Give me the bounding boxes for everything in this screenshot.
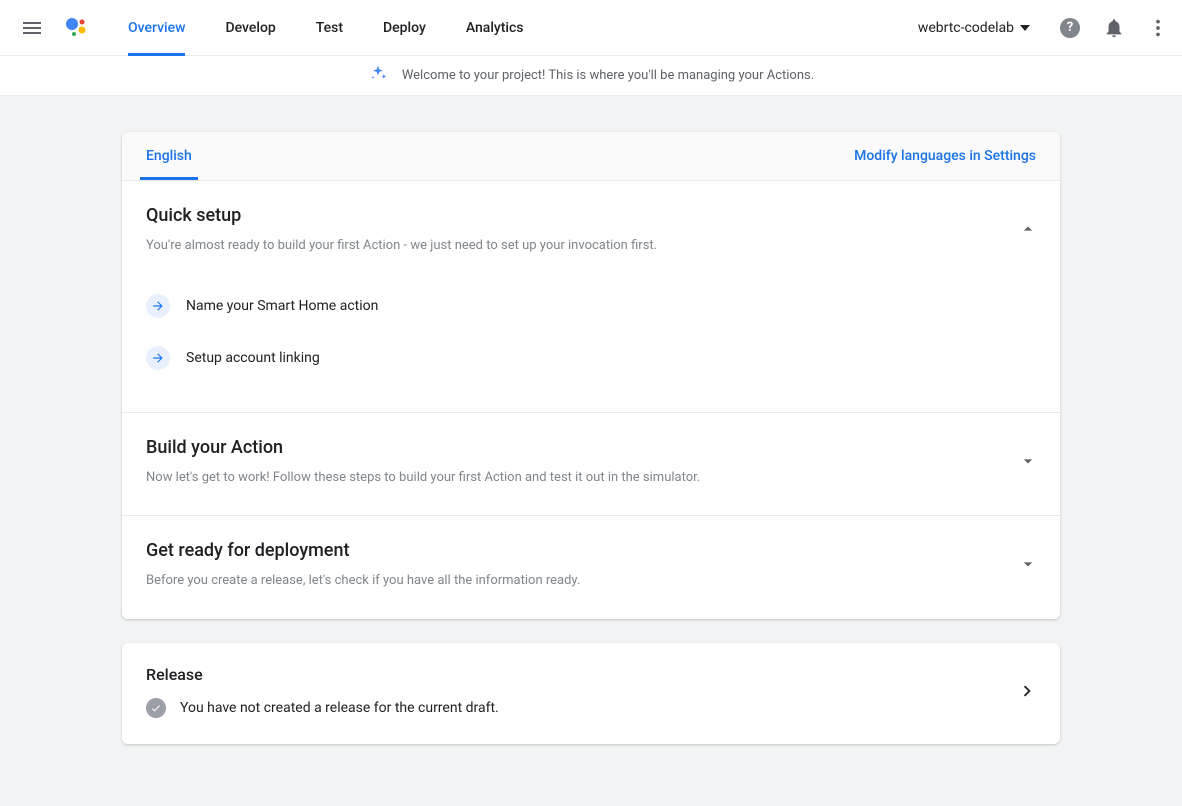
language-bar: English Modify languages in Settings: [122, 132, 1060, 181]
nav-tab-analytics[interactable]: Analytics: [446, 0, 544, 56]
sparkle-icon: [368, 64, 388, 88]
nav-tab-test[interactable]: Test: [296, 0, 363, 56]
build-title: Build your Action: [146, 437, 1036, 458]
nav-tab-overview[interactable]: Overview: [108, 0, 205, 56]
assistant-logo-icon[interactable]: [64, 16, 88, 40]
app-header: Overview Develop Test Deploy Analytics w…: [0, 0, 1182, 56]
language-tab-english[interactable]: English: [122, 132, 216, 180]
nav-tab-deploy[interactable]: Deploy: [363, 0, 446, 56]
deploy-title: Get ready for deployment: [146, 540, 1036, 561]
arrow-right-icon: [146, 346, 170, 370]
nav-tabs: Overview Develop Test Deploy Analytics: [108, 0, 543, 56]
chevron-down-icon[interactable]: [1018, 451, 1038, 475]
quick-setup-title: Quick setup: [146, 205, 1036, 226]
main-card: English Modify languages in Settings Qui…: [122, 132, 1060, 619]
chevron-down-icon[interactable]: [1018, 554, 1038, 578]
project-selector[interactable]: webrtc-codelab: [910, 20, 1038, 36]
chevron-right-icon[interactable]: [1016, 680, 1038, 706]
notifications-bell-icon[interactable]: [1102, 16, 1126, 40]
nav-tab-develop[interactable]: Develop: [205, 0, 295, 56]
release-text: You have not created a release for the c…: [180, 700, 499, 716]
setup-item-label: Name your Smart Home action: [186, 298, 378, 314]
quick-setup-desc: You're almost ready to build your first …: [146, 236, 1036, 256]
release-row: You have not created a release for the c…: [146, 698, 1036, 718]
chevron-up-icon[interactable]: [1018, 219, 1038, 243]
dropdown-triangle-icon: [1020, 25, 1030, 31]
hamburger-menu-icon[interactable]: [20, 16, 44, 40]
modify-languages-link[interactable]: Modify languages in Settings: [854, 148, 1036, 164]
setup-item-label: Setup account linking: [186, 350, 320, 366]
banner-text: Welcome to your project! This is where y…: [402, 68, 814, 83]
project-name: webrtc-codelab: [918, 20, 1014, 36]
more-vert-icon[interactable]: [1146, 16, 1170, 40]
welcome-banner: Welcome to your project! This is where y…: [0, 56, 1182, 96]
build-desc: Now let's get to work! Follow these step…: [146, 468, 1036, 488]
release-card[interactable]: Release You have not created a release f…: [122, 643, 1060, 744]
help-icon[interactable]: ?: [1058, 16, 1082, 40]
deploy-desc: Before you create a release, let's check…: [146, 571, 1036, 591]
section-deploy-ready[interactable]: Get ready for deployment Before you crea…: [122, 516, 1060, 619]
check-circle-icon: [146, 698, 166, 718]
setup-item-account-linking[interactable]: Setup account linking: [146, 332, 1036, 384]
release-title: Release: [146, 665, 1036, 684]
quick-setup-items: Name your Smart Home action Setup accoun…: [146, 280, 1036, 384]
setup-item-name-action[interactable]: Name your Smart Home action: [146, 280, 1036, 332]
arrow-right-icon: [146, 294, 170, 318]
page-body: English Modify languages in Settings Qui…: [0, 96, 1182, 806]
header-right: webrtc-codelab ?: [910, 16, 1170, 40]
section-quick-setup: Quick setup You're almost ready to build…: [122, 181, 1060, 413]
section-build-action[interactable]: Build your Action Now let's get to work!…: [122, 413, 1060, 517]
